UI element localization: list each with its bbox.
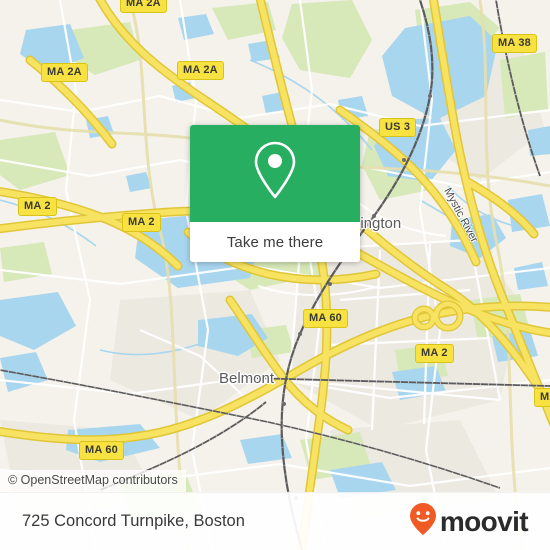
take-me-there-button[interactable]: Take me there <box>190 222 360 262</box>
footer-bar: 725 Concord Turnpike, Boston moovit <box>0 492 550 550</box>
place-label-arlington: lington <box>357 215 402 232</box>
address-label: 725 Concord Turnpike, Boston <box>22 512 245 530</box>
callout-body: Take me there <box>190 125 360 262</box>
road-shield: MA 2 <box>18 197 57 216</box>
map-canvas[interactable]: MA 2A MA 2A MA 2A MA 38 US 3 MA 2 MA 2 M… <box>0 0 550 550</box>
road-shield: US 3 <box>379 118 417 137</box>
moovit-logo[interactable]: moovit <box>408 502 529 541</box>
location-callout-card[interactable]: Take me there <box>190 125 360 262</box>
callout-tail <box>261 261 289 262</box>
road-shield: MA 38 <box>492 34 537 53</box>
map-vector-layer <box>0 0 550 550</box>
road-shield: MA 60 <box>303 309 348 328</box>
moovit-wordmark: moovit <box>439 505 529 537</box>
road-shield: MA <box>534 388 550 407</box>
moovit-pin-smiley-icon <box>408 502 438 541</box>
map-pin-icon <box>250 139 300 208</box>
road-shield: MA 2 <box>122 213 161 232</box>
map-screenshot: MA 2A MA 2A MA 2A MA 38 US 3 MA 2 MA 2 M… <box>0 0 550 550</box>
road-shield: MA 2A <box>41 63 88 82</box>
road-shield: MA 2A <box>120 0 167 13</box>
osm-attribution[interactable]: © OpenStreetMap contributors <box>0 470 186 492</box>
callout-image-area <box>190 125 360 222</box>
road-shield: MA 2A <box>177 61 224 80</box>
place-label-belmont: Belmont <box>219 370 275 387</box>
road-shield: MA 60 <box>79 441 124 460</box>
road-shield: MA 2 <box>415 344 454 363</box>
